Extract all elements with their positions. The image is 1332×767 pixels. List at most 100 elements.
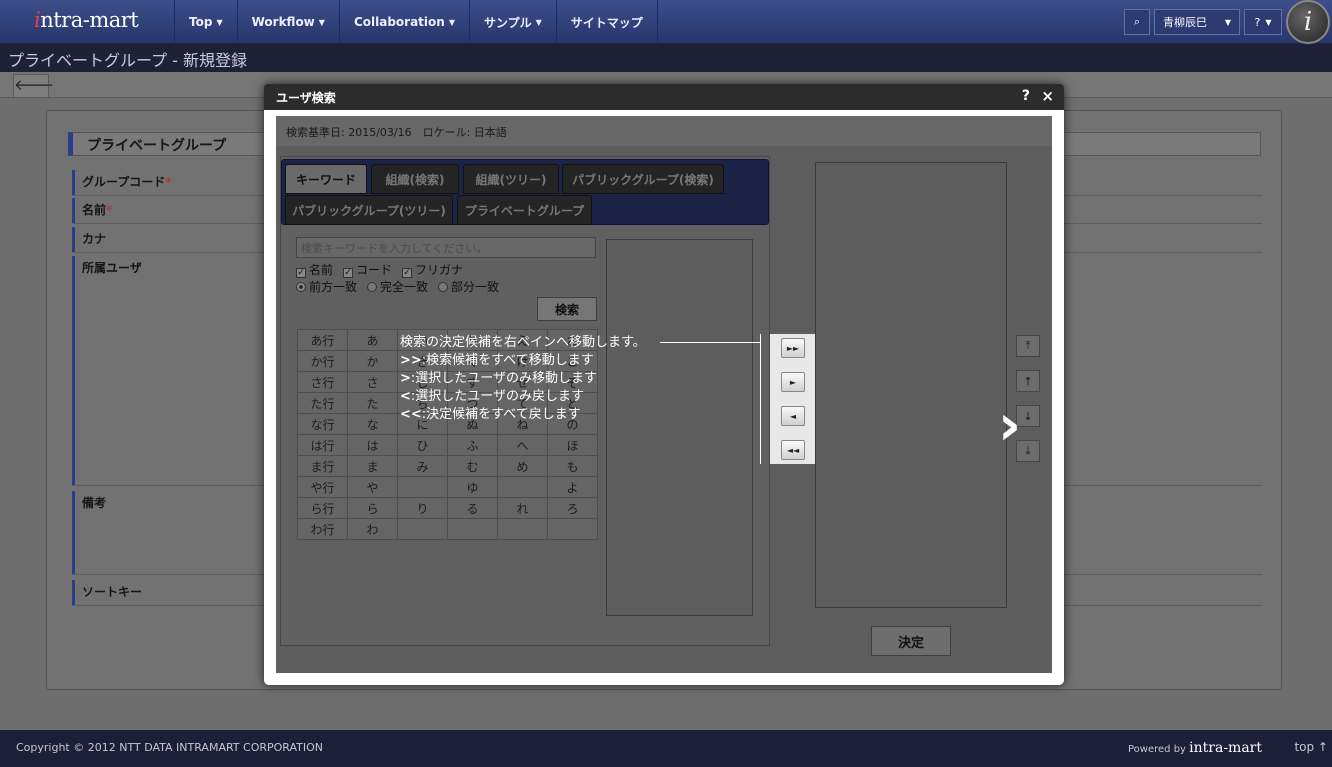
kana-cell[interactable] bbox=[497, 476, 548, 498]
kana-cell[interactable]: ま bbox=[347, 455, 398, 477]
kana-cell[interactable]: か bbox=[347, 350, 398, 372]
search-result-list[interactable] bbox=[606, 239, 753, 616]
kana-cell[interactable]: る bbox=[447, 497, 498, 519]
close-icon[interactable]: × bbox=[1041, 87, 1054, 105]
check-code[interactable]: ✓ コード bbox=[343, 261, 392, 278]
kana-row-header[interactable]: た行 bbox=[297, 392, 348, 414]
nav-collaboration[interactable]: Collaboration ▼ bbox=[338, 0, 469, 44]
kana-cell[interactable]: た bbox=[347, 392, 398, 414]
tab-private-group[interactable]: プライベートグループ bbox=[457, 195, 592, 225]
search-icon[interactable]: ⌕ bbox=[1124, 9, 1150, 35]
kana-cell[interactable]: も bbox=[547, 455, 598, 477]
move-left-button[interactable]: ◄ bbox=[781, 406, 805, 426]
arrow-down-icon: ↓ bbox=[1023, 409, 1033, 423]
check-name[interactable]: ✓ 名前 bbox=[296, 261, 333, 278]
dialog-titlebar: ユーザ検索 ? × bbox=[264, 84, 1064, 110]
kana-cell[interactable]: さ bbox=[347, 371, 398, 393]
kana-row-header[interactable]: か行 bbox=[297, 350, 348, 372]
powered-by-label: Powered by bbox=[1128, 744, 1186, 755]
user-search-dialog: ユーザ検索 ? × 検索基準日: 2015/03/16 ロケール: 日本語 キー… bbox=[264, 84, 1064, 685]
radio-label: 完全一致 bbox=[380, 280, 429, 294]
kana-row-header[interactable]: わ行 bbox=[297, 518, 348, 540]
kana-row-header[interactable]: は行 bbox=[297, 434, 348, 456]
tab-org-search[interactable]: 組織(検索) bbox=[371, 164, 459, 194]
help-label: ? bbox=[1254, 15, 1261, 29]
keyword-input[interactable]: 検索キーワードを入力してください。 bbox=[296, 237, 596, 258]
kana-cell[interactable]: わ bbox=[347, 518, 398, 540]
radio-partial[interactable]: 部分一致 bbox=[438, 278, 499, 295]
user-menu[interactable]: 青柳辰巳 ▼ bbox=[1154, 9, 1240, 35]
callout-line-3: >:選択したユーザのみ移動します bbox=[400, 370, 670, 388]
kana-cell[interactable]: ら bbox=[347, 497, 398, 519]
kana-cell[interactable]: ほ bbox=[547, 434, 598, 456]
tab-public-group-search[interactable]: パブリックグループ(検索) bbox=[562, 164, 724, 194]
decide-button[interactable]: 決定 bbox=[871, 626, 951, 656]
tab-org-tree[interactable]: 組織(ツリー) bbox=[463, 164, 559, 194]
search-button[interactable]: 検索 bbox=[537, 297, 597, 321]
kana-cell[interactable]: ひ bbox=[397, 434, 448, 456]
kana-cell[interactable]: ふ bbox=[447, 434, 498, 456]
field-label: グループコード* bbox=[72, 170, 272, 195]
top-link[interactable]: top ↑ bbox=[1294, 740, 1328, 754]
kana-cell[interactable]: れ bbox=[497, 497, 548, 519]
kana-row-header[interactable]: ま行 bbox=[297, 455, 348, 477]
radio-label: 部分一致 bbox=[451, 280, 500, 294]
kana-cell[interactable] bbox=[497, 518, 548, 540]
field-label-text: グループコード bbox=[82, 175, 166, 189]
field-label-text: 備考 bbox=[82, 496, 107, 510]
tab-keyword[interactable]: キーワード bbox=[285, 164, 367, 194]
kana-row-header[interactable]: あ行 bbox=[297, 329, 348, 351]
kana-row-header[interactable]: さ行 bbox=[297, 371, 348, 393]
callout-line bbox=[660, 342, 760, 343]
field-label: ソートキー bbox=[72, 580, 272, 605]
nav-top-label: Top bbox=[189, 15, 213, 29]
selected-users-list[interactable] bbox=[815, 162, 1007, 608]
nav-sample[interactable]: サンプル ▼ bbox=[468, 0, 556, 44]
next-arrow-icon[interactable]: › bbox=[998, 396, 1021, 456]
move-up-button[interactable]: ↑ bbox=[1016, 370, 1040, 392]
nav-workflow[interactable]: Workflow ▼ bbox=[236, 0, 339, 44]
kana-cell[interactable]: へ bbox=[497, 434, 548, 456]
kana-cell[interactable] bbox=[547, 518, 598, 540]
chevron-down-icon: ▼ bbox=[1265, 17, 1272, 27]
kana-cell[interactable] bbox=[397, 518, 448, 540]
kana-cell[interactable]: め bbox=[497, 455, 548, 477]
kana-cell[interactable]: む bbox=[447, 455, 498, 477]
kana-cell[interactable]: あ bbox=[347, 329, 398, 351]
callout-key: < bbox=[400, 389, 411, 404]
arrow-left-icon[interactable]: 🡐 bbox=[13, 74, 54, 98]
move-all-left-button[interactable]: ◄◄ bbox=[781, 440, 805, 460]
double-arrow-left-icon: ◄◄ bbox=[786, 445, 800, 455]
kana-cell[interactable]: な bbox=[347, 413, 398, 435]
page-title: プライベートグループ - 新規登録 bbox=[0, 44, 1332, 72]
nav-sitemap[interactable]: サイトマップ bbox=[555, 0, 658, 44]
move-all-right-button[interactable]: ►► bbox=[781, 338, 805, 358]
chevron-down-icon: ▼ bbox=[535, 17, 542, 27]
nav-top[interactable]: Top ▼ bbox=[174, 0, 237, 44]
move-top-button[interactable]: ⤒ bbox=[1016, 335, 1040, 357]
check-furigana[interactable]: ✓ フリガナ bbox=[402, 261, 463, 278]
field-label: カナ bbox=[72, 227, 272, 252]
radio-prefix[interactable]: 前方一致 bbox=[296, 278, 357, 295]
kana-cell[interactable]: ろ bbox=[547, 497, 598, 519]
kana-row-header[interactable]: や行 bbox=[297, 476, 348, 498]
kana-cell[interactable]: り bbox=[397, 497, 448, 519]
callout-line-4: <:選択したユーザのみ戻します bbox=[400, 388, 670, 406]
kana-cell[interactable]: よ bbox=[547, 476, 598, 498]
kana-cell[interactable]: み bbox=[397, 455, 448, 477]
brand-icon[interactable]: i bbox=[1286, 0, 1330, 44]
kana-cell[interactable]: ゆ bbox=[447, 476, 498, 498]
tab-public-group-tree[interactable]: パブリックグループ(ツリー) bbox=[285, 195, 453, 225]
callout-key: > bbox=[400, 371, 411, 386]
kana-cell[interactable]: や bbox=[347, 476, 398, 498]
kana-cell[interactable] bbox=[447, 518, 498, 540]
kana-row-header[interactable]: ら行 bbox=[297, 497, 348, 519]
help-icon[interactable]: ? bbox=[1022, 88, 1030, 104]
intra-mart-logo[interactable]: intra-mart bbox=[34, 8, 139, 32]
radio-exact[interactable]: 完全一致 bbox=[367, 278, 428, 295]
kana-cell[interactable]: は bbox=[347, 434, 398, 456]
help-menu[interactable]: ? ▼ bbox=[1244, 9, 1282, 35]
kana-cell[interactable] bbox=[397, 476, 448, 498]
move-right-button[interactable]: ► bbox=[781, 372, 805, 392]
kana-row-header[interactable]: な行 bbox=[297, 413, 348, 435]
